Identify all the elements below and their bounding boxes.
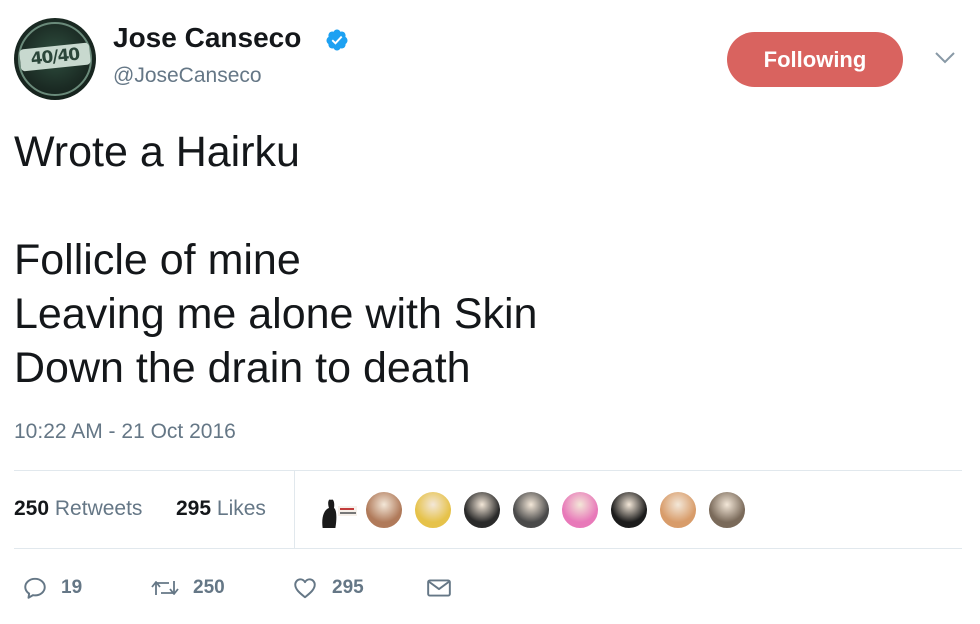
liker-avatar-7[interactable] xyxy=(609,490,649,530)
chevron-down-icon[interactable] xyxy=(933,50,957,66)
liker-avatar-8[interactable] xyxy=(658,490,698,530)
reply-icon xyxy=(24,577,46,599)
heart-icon xyxy=(294,578,316,599)
liker-avatar-4[interactable] xyxy=(462,490,502,530)
divider-top xyxy=(14,470,962,471)
like-button[interactable]: 295 xyxy=(291,574,364,602)
likes-count: 295 xyxy=(176,497,212,520)
stats-divider xyxy=(294,470,295,548)
retweets-label: Retweets xyxy=(54,497,143,520)
verified-badge-icon xyxy=(326,29,348,51)
likes-label: Likes xyxy=(216,497,266,520)
liker-avatar-2[interactable] xyxy=(364,490,404,530)
liker-avatar-5[interactable] xyxy=(511,490,551,530)
liker-avatar-9[interactable] xyxy=(707,490,747,530)
likes-stat[interactable]: 295 Likes xyxy=(176,497,266,521)
retweets-stat[interactable]: 250 Retweets xyxy=(14,497,142,521)
liker-cat-avatar[interactable] xyxy=(315,490,359,530)
following-button[interactable]: Following xyxy=(727,32,903,87)
reply-count: 19 xyxy=(61,577,83,598)
liker-avatar-3[interactable] xyxy=(413,490,453,530)
tweet-text: Wrote a Hairku Follicle of mine Leaving … xyxy=(14,128,538,392)
profile-avatar[interactable]: 40/40 xyxy=(14,18,96,100)
display-name[interactable]: Jose Canseco xyxy=(113,22,301,54)
retweet-icon xyxy=(151,581,179,595)
liker-avatar-6[interactable] xyxy=(560,490,600,530)
tweet-timestamp[interactable]: 10:22 AM - 21 Oct 2016 xyxy=(14,420,236,444)
reply-button[interactable]: 19 xyxy=(22,574,82,602)
retweet-count: 250 xyxy=(193,577,225,598)
retweets-count: 250 xyxy=(14,497,50,520)
user-handle[interactable]: @JoseCanseco xyxy=(113,64,262,88)
divider-bottom xyxy=(14,548,962,549)
direct-message-button[interactable] xyxy=(426,574,452,602)
envelope-icon xyxy=(427,579,451,597)
like-count: 295 xyxy=(332,577,364,598)
retweet-button[interactable]: 250 xyxy=(150,574,225,602)
